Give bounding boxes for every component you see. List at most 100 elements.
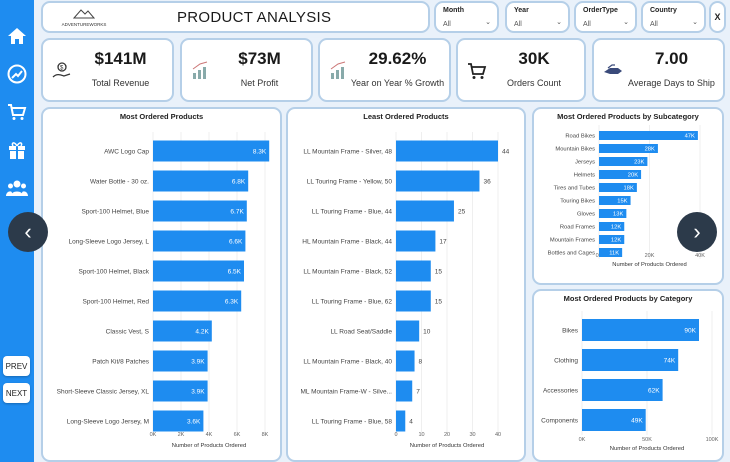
data-label: 62K [648, 387, 660, 394]
data-label: 17 [439, 238, 447, 245]
data-label: 6.5K [228, 268, 242, 275]
category-label: LL Road Seat/Saddle [330, 328, 392, 335]
x-tick-label: 0K [150, 432, 157, 438]
data-label: 15K [617, 199, 627, 205]
category-label: HL Mountain Frame - Black, 44 [302, 238, 392, 245]
kpi-value: 30K [518, 49, 550, 68]
kpi-label: Orders Count [506, 78, 562, 88]
x-tick-label: 6K [234, 432, 241, 438]
data-label: 10 [423, 328, 431, 335]
category-label: Clothing [554, 357, 578, 364]
kpi-value: 7.00 [654, 49, 689, 68]
bar[interactable] [396, 140, 498, 162]
bar[interactable] [396, 260, 431, 282]
category-label: Long-Sleeve Logo Jersey, L [69, 238, 150, 245]
filter-value: All [443, 21, 451, 28]
kpi-value: 29.62% [368, 49, 427, 68]
kpi-yoy-growth: 29.62% Year on Year % Growth [318, 38, 451, 102]
x-tick-label: 50K [642, 437, 652, 443]
data-label: 8 [419, 358, 423, 365]
x-tick-label: 0K [579, 437, 586, 443]
data-label: 20K [628, 173, 638, 179]
next-page-button[interactable]: NEXT [3, 383, 30, 403]
bar[interactable] [396, 410, 406, 432]
carousel-prev-button[interactable]: ‹ [8, 212, 48, 252]
category-label: Mountain Frames [550, 238, 595, 244]
category-label: LL Touring Frame - Yellow, 50 [307, 178, 393, 185]
category-label: LL Touring Frame - Blue, 62 [312, 298, 393, 305]
prev-page-button[interactable]: PREV [3, 356, 30, 376]
carousel-next-button[interactable]: › [677, 212, 717, 252]
dollar-chart-icon[interactable] [5, 62, 29, 86]
x-tick-label: 30 [469, 432, 475, 438]
data-label: 6.6K [229, 238, 243, 245]
category-label: AWC Logo Cap [104, 148, 149, 155]
category-label: Road Frames [560, 225, 595, 231]
gift-icon[interactable] [5, 138, 29, 162]
x-tick-label: 4K [206, 432, 213, 438]
country-filter[interactable]: Country All ⌄ [641, 1, 706, 33]
data-label: 18K [624, 186, 634, 192]
bar[interactable] [396, 170, 480, 192]
category-label: Touring Bikes [560, 199, 595, 205]
kpi-label: Year on Year % Growth [350, 78, 445, 88]
data-label: 12K [611, 238, 621, 244]
category-label: Short-Sleeve Classic Jersey, XL [57, 388, 150, 395]
bar[interactable] [396, 230, 436, 252]
bar[interactable] [396, 290, 431, 312]
x-axis-label: Number of Products Ordered [612, 262, 686, 268]
category-label: Accessories [543, 387, 579, 394]
clear-filters-button[interactable]: X [709, 1, 726, 33]
filter-value: All [514, 21, 522, 28]
subcategory-chart: Most Ordered Products by Subcategory 0K2… [532, 107, 724, 285]
bar[interactable] [396, 320, 420, 342]
chart-title: Most Ordered Products by Subcategory [557, 112, 699, 121]
category-label: Sport-100 Helmet, Blue [81, 208, 149, 215]
cart-icon[interactable] [5, 100, 29, 124]
category-label: Long-Sleeve Logo Jersey, M [67, 418, 149, 425]
data-label: 4 [409, 418, 413, 425]
x-tick-label: 100K [706, 437, 719, 443]
x-axis-label: Number of Products Ordered [610, 446, 684, 452]
bar[interactable] [599, 131, 698, 140]
bar[interactable] [153, 140, 270, 162]
bar[interactable] [396, 380, 413, 402]
category-label: LL Touring Frame - Blue, 58 [312, 418, 393, 425]
bar[interactable] [396, 200, 454, 222]
category-label: LL Touring Frame - Blue, 44 [312, 208, 393, 215]
data-label: 3.6K [187, 418, 201, 425]
data-label: 6.7K [230, 208, 244, 215]
kpi-avg-days-to-ship: 7.00 Average Days to Ship [592, 38, 725, 102]
data-label: 44 [502, 148, 510, 155]
home-icon[interactable] [5, 24, 29, 48]
month-filter[interactable]: Month All ⌄ [434, 1, 499, 33]
ordertype-filter[interactable]: OrderType All ⌄ [574, 1, 637, 33]
data-label: 4.2K [195, 328, 209, 335]
x-tick-label: 40 [495, 432, 501, 438]
kpi-total-revenue: $ $141M Total Revenue [41, 38, 174, 102]
kpi-label: Average Days to Ship [628, 78, 715, 88]
most-ordered-products-chart: Most Ordered Products 0K 2K 4K 6K 8K Number o… [41, 107, 282, 462]
data-label: 49K [631, 417, 643, 424]
category-label: Bottles and Cages [548, 251, 595, 257]
category-label: LL Mountain Frame - Black, 40 [303, 358, 392, 365]
data-label: 36 [483, 178, 491, 185]
logo-text: ADVENTUREWORKS [61, 22, 107, 27]
kpi-orders-count: 30K Orders Count [456, 38, 586, 102]
year-filter[interactable]: Year All ⌄ [505, 1, 570, 33]
data-label: 3.9K [191, 388, 205, 395]
bar[interactable] [582, 319, 699, 341]
data-label: 28K [645, 147, 655, 153]
category-label: LL Mountain Frame - Black, 52 [303, 268, 392, 275]
kpi-value: $73M [238, 49, 281, 68]
data-label: 8.3K [253, 148, 267, 155]
x-tick-label: 8K [262, 432, 269, 438]
category-label: Patch Kit/8 Patches [92, 358, 149, 365]
chevron-down-icon: ⌄ [556, 19, 562, 26]
data-label: 11K [609, 251, 619, 257]
chart-title: Most Ordered Products [119, 112, 204, 121]
customers-icon[interactable] [5, 176, 29, 200]
data-label: 90K [684, 327, 696, 334]
bar[interactable] [396, 350, 415, 372]
data-label: 47K [685, 134, 695, 140]
